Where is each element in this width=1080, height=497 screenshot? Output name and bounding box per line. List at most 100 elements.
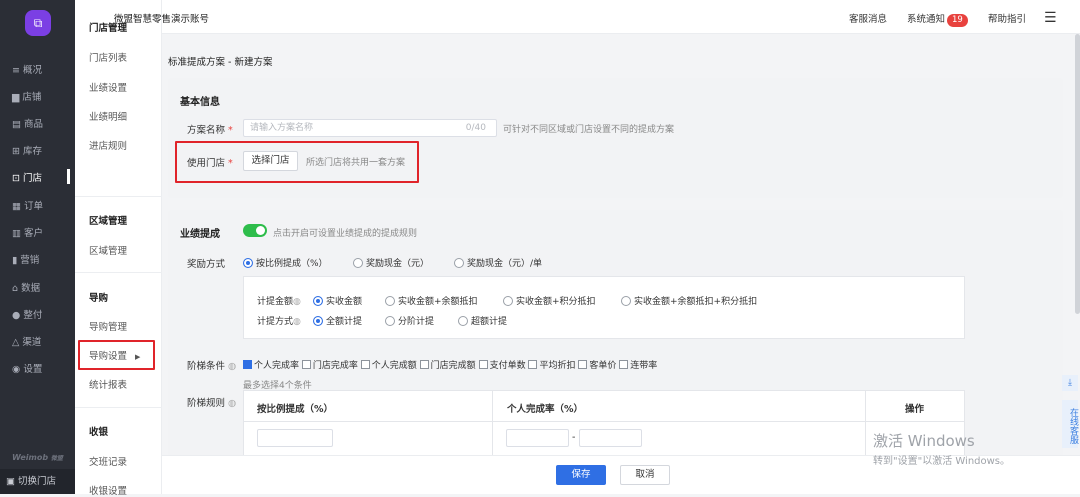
subnav-item-store-list[interactable]: 门店列表 (89, 50, 127, 64)
checkbox-icon (419, 360, 429, 369)
sidebar-item-shop[interactable]: ⊡ 门店 (12, 170, 42, 184)
radio-icon (621, 296, 631, 306)
save-button[interactable]: 保存 (556, 465, 606, 485)
sidebar-item-inventory[interactable]: ⊞ 库存 (12, 143, 42, 157)
calc-amount-radio-4[interactable]: 实收金额+余额抵扣+积分抵扣 (621, 294, 757, 307)
subnav-item-shift-records[interactable]: 交班记录 (89, 454, 127, 468)
app-logo[interactable]: ⧉ (25, 10, 51, 36)
calc-method-radio-3[interactable]: 超额计提 (458, 314, 507, 327)
checkbox-avg-discount[interactable]: 平均折扣 (528, 360, 575, 371)
plan-name-hint: 可针对不同区域或门店设置不同的提成方案 (503, 125, 675, 135)
main-sidebar: ⧉ ≡ 概况 ▆ 店铺 ▤ 商品 ⊞ 库存 ⊡ 门店 ▦ 订单 ▥ 客户 ▮ 营… (0, 0, 75, 494)
calc-amount-radio-1[interactable]: 实收金额 (313, 294, 362, 307)
scrollbar[interactable] (1075, 34, 1080, 314)
tier-condition-label: 阶梯条件 ◍ (187, 361, 237, 372)
system-notice-link[interactable]: 系统通知 19 (907, 11, 968, 27)
sidebar-item-channel[interactable]: △ 渠道 (12, 334, 41, 348)
help-icon: ◍ (293, 317, 301, 327)
sidebar-item-payment[interactable]: ● 整付 (12, 307, 42, 321)
checkbox-personal-rate[interactable]: 个人完成率 (243, 360, 299, 371)
data-icon: ⌂ (12, 283, 22, 294)
radio-checked-icon (313, 316, 323, 326)
subnav-item-region-manage[interactable]: 区域管理 (89, 243, 127, 257)
tier-condition-checkboxes: 个人完成率 门店完成率 个人完成额 门店完成额 支付单数 平均折扣 客单价 连带… (243, 358, 657, 371)
percent-input[interactable] (257, 429, 333, 447)
plan-name-input[interactable]: 请输入方案名称 0/40 (243, 119, 497, 137)
radio-icon (385, 296, 395, 306)
store-icon: ▆ (12, 92, 23, 103)
subnav-item-perf-settings[interactable]: 业绩设置 (89, 80, 127, 94)
sidebar-item-settings[interactable]: ◉ 设置 (12, 361, 42, 375)
section-title-perf: 业绩提成 (180, 229, 220, 240)
sidebar-item-store[interactable]: ▆ 店铺 (12, 89, 41, 103)
subnav-item-guide-manage[interactable]: 导购管理 (89, 319, 127, 333)
highlight-box-guide-settings (78, 340, 155, 370)
table-divider (492, 390, 493, 455)
checkbox-joint-rate[interactable]: 连带率 (619, 360, 657, 371)
plan-name-placeholder: 请输入方案名称 (250, 123, 314, 133)
plan-name-counter: 0/40 (465, 123, 486, 133)
checkbox-icon (478, 360, 488, 369)
reward-radio-cash-per-order[interactable]: 奖励现金（元）/单 (454, 256, 542, 269)
windows-watermark-title: 激活 Windows (873, 432, 975, 450)
checkbox-personal-amount[interactable]: 个人完成额 (360, 360, 417, 371)
radio-icon (458, 316, 468, 326)
reward-radio-cash[interactable]: 奖励现金（元） (353, 256, 429, 269)
download-icon[interactable]: ⤓ (1062, 375, 1078, 391)
checkbox-store-amount[interactable]: 门店完成额 (419, 360, 476, 371)
help-icon: ◍ (225, 361, 237, 372)
cancel-button[interactable]: 取消 (620, 465, 670, 485)
calc-amount-label: 计提金额◍ (257, 297, 301, 307)
help-icon: ◍ (293, 297, 301, 307)
calc-amount-radio-2[interactable]: 实收金额+余额抵扣 (385, 294, 478, 307)
plan-name-label: 方案名称 * (187, 125, 233, 136)
checkbox-icon (528, 360, 538, 369)
checkbox-unit-price[interactable]: 客单价 (578, 360, 616, 371)
subnav-item-stats-report[interactable]: 统计报表 (89, 377, 127, 391)
menu-icon[interactable]: ☰ (1044, 10, 1057, 26)
checkbox-icon (578, 360, 588, 369)
sidebar-item-overview[interactable]: ≡ 概况 (12, 62, 42, 76)
calc-amount-radio-3[interactable]: 实收金额+积分抵扣 (503, 294, 596, 307)
sidebar-item-customer[interactable]: ▥ 客户 (12, 225, 43, 239)
sidebar-item-goods[interactable]: ▤ 商品 (12, 116, 43, 130)
rate-max-input[interactable] (579, 429, 642, 447)
sidebar-item-order[interactable]: ▦ 订单 (12, 198, 43, 212)
subnav-section-cashier: 收银 (89, 427, 109, 438)
checkbox-store-rate[interactable]: 门店完成率 (301, 360, 358, 371)
subnav-item-cashier-settings[interactable]: 收银设置 (89, 483, 127, 497)
shop-icon: ⊡ (12, 173, 23, 184)
rate-min-input[interactable] (506, 429, 569, 447)
order-icon: ▦ (12, 201, 24, 212)
sidebar-item-marketing[interactable]: ▮ 营销 (12, 252, 39, 266)
subnav-section-region: 区域管理 (89, 216, 128, 227)
toggle-hint: 点击开启可设置业绩提成的提成规则 (273, 229, 418, 239)
checkbox-order-count[interactable]: 支付单数 (478, 360, 526, 371)
perf-toggle[interactable] (243, 224, 267, 237)
calc-method-radio-2[interactable]: 分阶计提 (385, 314, 434, 327)
radio-icon (353, 258, 363, 268)
sidebar-item-data[interactable]: ⌂ 数据 (12, 280, 40, 294)
service-message-link[interactable]: 客服消息 (849, 11, 887, 25)
radio-icon (454, 258, 464, 268)
customer-icon: ▥ (12, 228, 24, 239)
range-separator: - (572, 432, 576, 443)
calc-method-radio-1[interactable]: 全额计提 (313, 314, 362, 327)
breadcrumb: 标准提成方案 - 新建方案 (168, 57, 273, 68)
help-guide-link[interactable]: 帮助指引 (988, 11, 1026, 25)
subnav-item-entry-rules[interactable]: 进店规则 (89, 138, 127, 152)
divider (75, 272, 162, 273)
divider (75, 196, 162, 197)
account-name: 微盟智慧零售演示账号 (114, 14, 210, 25)
online-service-button[interactable]: 在线客服 (1062, 400, 1078, 448)
secondary-nav: 门店管理 门店列表 业绩设置 业绩明细 进店规则 区域管理 区域管理 导购 导购… (75, 0, 162, 497)
subnav-item-perf-detail[interactable]: 业绩明细 (89, 109, 127, 123)
switch-store-button[interactable]: ▣ 切换门店 (0, 469, 75, 494)
table-header-action: 操作 (905, 404, 925, 415)
goods-icon: ▤ (12, 119, 24, 130)
section-title-basic: 基本信息 (180, 97, 220, 108)
windows-watermark-text: 转到"设置"以激活 Windows。 (873, 456, 1011, 467)
tier-rule-label: 阶梯规则 ◍ (187, 398, 237, 409)
reward-radio-percent[interactable]: 按比例提成（%） (243, 256, 328, 269)
checkbox-checked-icon (243, 360, 252, 369)
